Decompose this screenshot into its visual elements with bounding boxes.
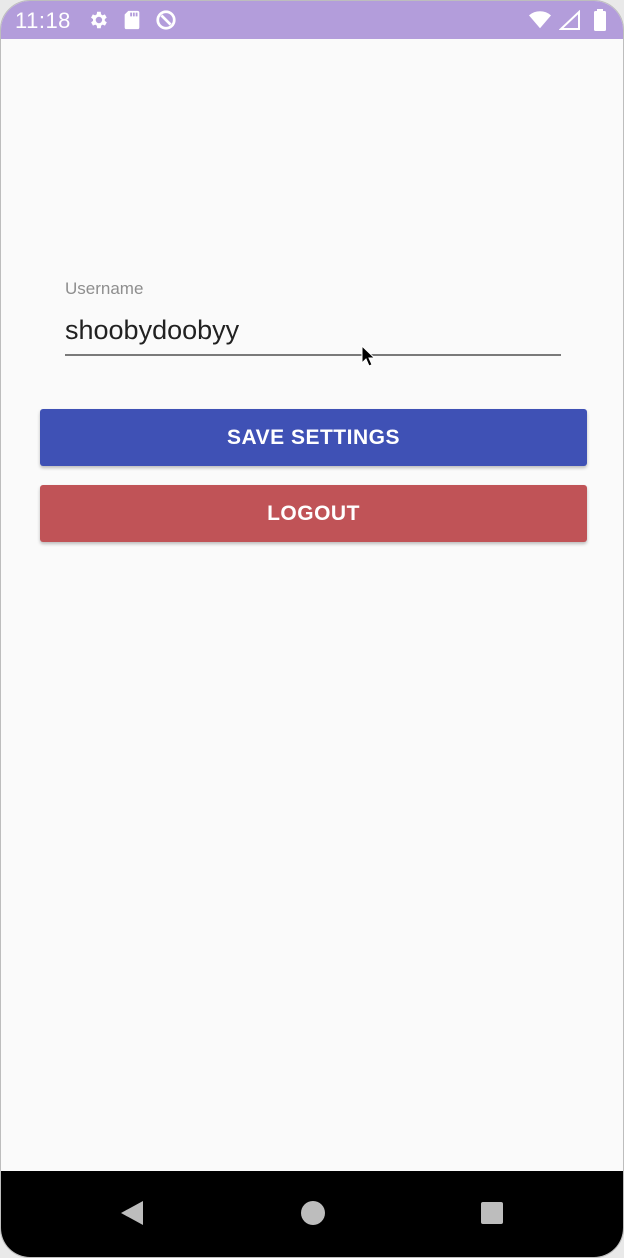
save-settings-button[interactable]: SAVE SETTINGS [40, 409, 587, 466]
back-icon[interactable] [114, 1195, 150, 1231]
navigation-bar [1, 1171, 623, 1257]
signal-icon [559, 9, 581, 31]
sd-card-icon [121, 9, 143, 31]
settings-screen: Username SAVE SETTINGS LOGOUT [1, 39, 623, 1172]
username-input[interactable] [65, 315, 561, 356]
status-system-icons [529, 9, 611, 31]
username-field: Username [65, 279, 561, 356]
battery-icon [589, 9, 611, 31]
mouse-pointer-icon [361, 344, 376, 367]
gear-icon [87, 9, 109, 31]
status-time: 11:18 [15, 8, 71, 33]
home-icon[interactable] [295, 1195, 331, 1231]
data-saver-icon [155, 9, 177, 31]
device-screen: 11:18 Username shoobydoobyy SAVE SETTING… [0, 0, 624, 1258]
logout-button[interactable]: LOGOUT [40, 485, 587, 542]
status-bar: 11:18 [1, 1, 623, 39]
username-label: Username [65, 279, 144, 298]
status-notification-icons [87, 9, 177, 31]
recents-icon[interactable] [474, 1195, 510, 1231]
wifi-icon [529, 9, 551, 31]
